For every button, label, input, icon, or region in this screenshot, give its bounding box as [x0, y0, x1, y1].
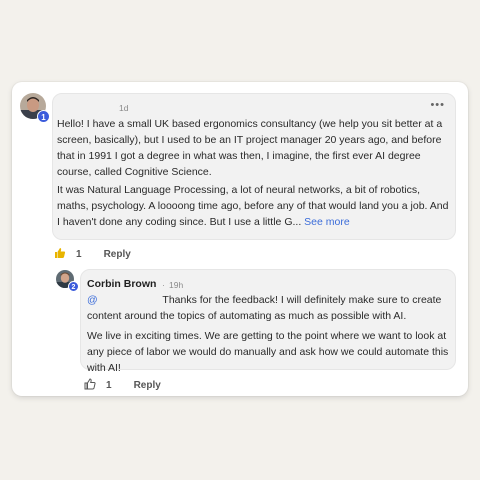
mention-prefix: @: [87, 294, 98, 306]
reply-like-count: 1: [106, 380, 112, 391]
redacted-mention-name: [98, 294, 160, 304]
comment-paragraph-2-text: It was Natural Language Processing, a lo…: [57, 184, 449, 228]
reply-bubble: Corbin Brown · 19h @ Thanks for the feed…: [80, 269, 456, 374]
comment-bubble: 1d ••• Hello! I have a small UK based er…: [52, 93, 456, 240]
reply-author-avatar[interactable]: 2: [56, 270, 79, 292]
see-more-link[interactable]: See more: [304, 216, 350, 228]
comment-actions: 1 Reply: [54, 247, 131, 262]
like-count: 1: [76, 249, 82, 260]
like-icon[interactable]: [54, 247, 66, 262]
reply-actions: 1 Reply: [84, 378, 161, 393]
like-outline-icon[interactable]: [84, 378, 96, 393]
mention-link[interactable]: @: [87, 294, 160, 306]
reply-button[interactable]: Reply: [104, 249, 131, 260]
comment-timestamp: 1d: [119, 103, 129, 113]
comment-paragraph-1: Hello! I have a small UK based ergonomic…: [57, 118, 443, 178]
reply-paragraph-2: We live in exciting times. We are gettin…: [87, 330, 449, 374]
level-badge: 2: [68, 281, 79, 292]
reply-timestamp: 19h: [169, 280, 184, 290]
reply-reply-button[interactable]: Reply: [134, 380, 161, 391]
ellipsis-icon[interactable]: •••: [430, 99, 445, 111]
reply-paragraph-1: @ Thanks for the feedback! I will defini…: [87, 292, 451, 324]
redacted-author-name: [65, 102, 109, 114]
commenter-avatar[interactable]: 1: [20, 93, 50, 123]
reply-separator: ·: [162, 280, 165, 290]
comment-card: 1 1d ••• Hello! I have a small UK based …: [12, 82, 468, 396]
reply-author-name[interactable]: Corbin Brown: [87, 278, 156, 290]
level-badge: 1: [37, 110, 50, 123]
comment-paragraph-2: It was Natural Language Processing, a lo…: [57, 182, 453, 230]
